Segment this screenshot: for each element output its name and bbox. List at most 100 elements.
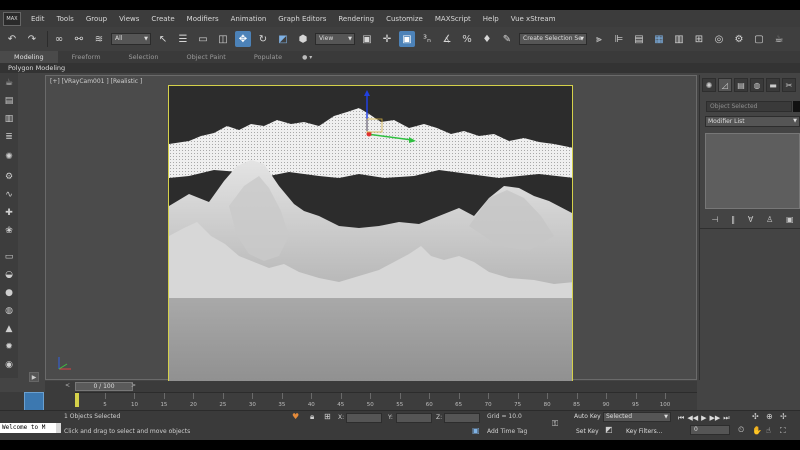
track-bar[interactable]: 5 10 15 20 25 30 35 40 45 50 55 60 65 70 75 80 85 90 95 100 [75, 392, 697, 410]
menu-group[interactable]: Group [80, 15, 113, 23]
configure-modifier-sets-icon[interactable]: ▣ [786, 215, 794, 224]
cone-icon[interactable]: ▲ [3, 323, 15, 335]
select-and-move-icon[interactable]: ✥ [235, 31, 251, 47]
isolate-selection-icon[interactable]: ♥ [292, 412, 299, 421]
particles-icon[interactable]: ❀ [3, 225, 15, 237]
set-key-button[interactable]: Set Key [576, 428, 599, 435]
render-production-icon[interactable]: ☕ [771, 31, 787, 47]
layer-manager-icon[interactable]: ▤ [631, 31, 647, 47]
menu-graph-editors[interactable]: Graph Editors [272, 15, 332, 23]
select-manipulate-icon[interactable]: ✛ [379, 31, 395, 47]
lightbulb-icon[interactable]: ✺ [3, 151, 15, 163]
teapot-icon[interactable]: ☕ [3, 77, 15, 89]
gear-icon[interactable]: ⚙ [3, 171, 15, 183]
tab-modeling[interactable]: Modeling [0, 51, 58, 63]
menu-edit[interactable]: Edit [25, 15, 51, 23]
layers-icon[interactable]: ≣ [3, 131, 15, 143]
menu-vue-xstream[interactable]: Vue xStream [505, 15, 562, 23]
go-to-end-icon[interactable]: ⏭ [723, 414, 729, 423]
scene-explorer-icon[interactable]: ▦ [651, 31, 667, 47]
viewport-navigation-arrow-icon[interactable]: ▶ [29, 372, 39, 382]
named-selection-sets-dropdown[interactable]: Create Selection Se ▼ [519, 33, 587, 45]
time-slider-prev-button[interactable]: < [65, 382, 70, 389]
tab-object-paint[interactable]: Object Paint [173, 51, 240, 63]
select-and-scale-icon[interactable]: ◩ [275, 31, 291, 47]
app-logo[interactable]: MAX [3, 11, 21, 26]
maxscript-listener[interactable]: Welcome to M [0, 423, 56, 433]
polygon-modeling-label[interactable]: Polygon Modeling [0, 64, 65, 72]
menu-views[interactable]: Views [113, 15, 145, 23]
modifier-stack[interactable] [705, 133, 800, 209]
geosphere-icon[interactable]: ◍ [3, 305, 15, 317]
tab-freeform[interactable]: Freeform [58, 51, 115, 63]
material-editor-icon[interactable]: ◎ [711, 31, 727, 47]
spinner-snap-icon[interactable]: ♦ [479, 31, 495, 47]
viewport-label[interactable]: [+] [VRayCam001 ] [Realistic ] [50, 78, 142, 85]
zoom-extents-icon[interactable]: ✣ [752, 412, 759, 421]
add-time-tag-button[interactable]: Add Time Tag [487, 428, 527, 435]
pan-icon[interactable]: ✋ [752, 426, 762, 435]
rectangular-selection-icon[interactable]: ▭ [195, 31, 211, 47]
menu-maxscript[interactable]: MAXScript [429, 15, 477, 23]
percent-snap-icon[interactable]: % [459, 31, 475, 47]
menu-rendering[interactable]: Rendering [332, 15, 380, 23]
make-unique-icon[interactable]: ∀ [748, 215, 753, 224]
schematic-view-icon[interactable]: ⊞ [691, 31, 707, 47]
set-key-icon[interactable]: ◩ [605, 425, 613, 434]
curve-editor-icon[interactable]: ▥ [671, 31, 687, 47]
maximize-viewport-icon[interactable]: ⛶ [780, 426, 786, 436]
menu-customize[interactable]: Customize [380, 15, 429, 23]
tab-selection[interactable]: Selection [115, 51, 173, 63]
previous-frame-icon[interactable]: ◀◀ [687, 414, 698, 423]
align-icon[interactable]: ⊫ [611, 31, 627, 47]
menu-tools[interactable]: Tools [51, 15, 80, 23]
menu-modifiers[interactable]: Modifiers [181, 15, 225, 23]
auto-key-button[interactable]: Auto Key [574, 413, 601, 420]
zoom-icon[interactable]: ⊕ [766, 412, 773, 421]
walkthrough-icon[interactable]: ☝ [766, 426, 771, 435]
show-end-result-icon[interactable]: ‖ [731, 215, 735, 224]
modify-tab-icon[interactable]: ◿ [718, 78, 732, 92]
plane-icon[interactable]: ▭ [3, 251, 15, 263]
tab-populate[interactable]: Populate [240, 51, 296, 63]
box-icon[interactable]: ▤ [3, 95, 15, 107]
key-icon[interactable]: ⚿ [552, 419, 558, 429]
link-icon[interactable]: ∞ [51, 31, 67, 47]
undo-icon[interactable]: ↶ [4, 31, 20, 47]
snaps-toggle-icon[interactable]: ³ₙ [419, 31, 435, 47]
selection-filter-dropdown[interactable]: All ▼ [111, 33, 151, 45]
keyboard-shortcut-override-icon[interactable]: ▣ [399, 31, 415, 47]
disc-icon[interactable]: ◉ [3, 359, 15, 371]
z-coordinate-field[interactable] [444, 413, 480, 423]
key-set-dropdown[interactable]: Selected ▼ [603, 412, 671, 422]
reference-coordinate-dropdown[interactable]: View ▼ [315, 33, 355, 45]
next-frame-icon[interactable]: ▶▶ [709, 414, 720, 423]
sphere-icon[interactable]: ● [3, 287, 15, 299]
object-color-swatch[interactable] [793, 101, 800, 112]
sun-icon[interactable]: ✹ [3, 341, 15, 353]
modifier-list-dropdown[interactable]: Modifier List ▼ [705, 116, 800, 127]
go-to-start-icon[interactable]: ⏮ [678, 414, 684, 423]
select-and-place-icon[interactable]: ⬢ [295, 31, 311, 47]
document-icon[interactable]: ▥ [3, 113, 15, 125]
select-object-icon[interactable]: ↖ [155, 31, 171, 47]
hierarchy-tab-icon[interactable]: ▤ [734, 78, 748, 92]
time-slider-thumb[interactable]: 0 / 100 [75, 382, 133, 391]
play-icon[interactable]: ▶ [701, 414, 706, 423]
menu-create[interactable]: Create [145, 15, 180, 23]
rendered-frame-window-icon[interactable]: ▢ [751, 31, 767, 47]
redo-icon[interactable]: ↷ [24, 31, 40, 47]
motion-tab-icon[interactable]: ◍ [750, 78, 764, 92]
create-tab-icon[interactable]: ✺ [702, 78, 716, 92]
time-slider[interactable]: < 0 / 100 > [45, 381, 697, 392]
pivot-center-icon[interactable]: ▣ [359, 31, 375, 47]
absolute-mode-icon[interactable]: ⊞ [324, 412, 331, 421]
utilities-tab-icon[interactable]: ✂ [782, 78, 796, 92]
key-filters-button[interactable]: Key Filters... [626, 428, 663, 435]
time-configuration-icon[interactable]: ⏲ [738, 425, 744, 435]
angle-snap-icon[interactable]: ∡ [439, 31, 455, 47]
select-and-rotate-icon[interactable]: ↻ [255, 31, 271, 47]
display-tab-icon[interactable]: ▬ [766, 78, 780, 92]
object-name-field[interactable]: Object Selected [706, 101, 792, 112]
torus-icon[interactable]: ◒ [3, 269, 15, 281]
